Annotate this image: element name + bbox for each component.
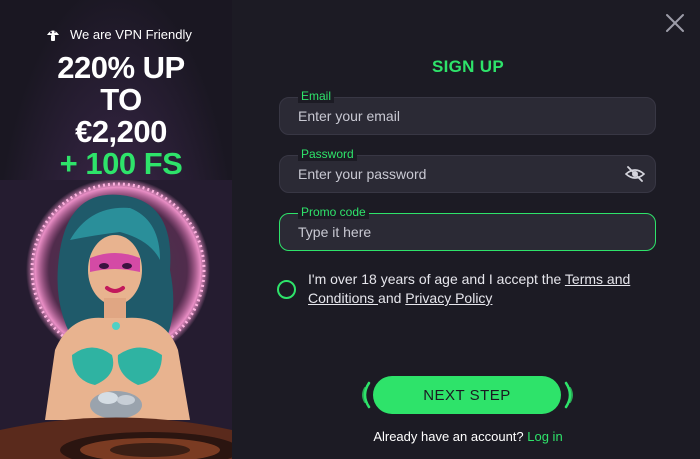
next-step-button[interactable]: NEXT STEP <box>373 376 561 414</box>
form-title: SIGN UP <box>431 57 504 76</box>
terms-middle: and <box>378 290 406 306</box>
email-field: Email <box>279 89 656 135</box>
vpn-badge: We are VPN Friendly <box>46 27 192 42</box>
promo-panel: We are VPN Friendly 220% UP TO €2,200 + … <box>0 0 232 459</box>
vpn-text: We are VPN Friendly <box>70 27 192 42</box>
age-terms-checkbox[interactable] <box>277 280 296 299</box>
signup-modal: We are VPN Friendly 220% UP TO €2,200 + … <box>0 0 700 459</box>
headline-line-1: 220% UP <box>57 50 185 85</box>
eye-off-icon[interactable] <box>625 165 645 183</box>
email-input[interactable] <box>298 98 618 134</box>
promo-code-field: Promo code <box>279 205 656 251</box>
close-icon[interactable] <box>664 12 686 34</box>
promo-illustration <box>0 180 232 459</box>
headline-line-3: €2,200 <box>75 114 167 149</box>
promo-headline: 220% UP TO €2,200 + 100 FS <box>0 52 232 180</box>
terms-text: I'm over 18 years of age and I accept th… <box>308 270 657 308</box>
mushroom-icon <box>47 30 59 41</box>
password-field: Password <box>279 147 656 193</box>
headline-free-spins: + 100 FS <box>59 146 183 181</box>
login-prefix: Already have an account? <box>373 429 528 444</box>
login-link[interactable]: Log in <box>527 429 562 444</box>
terms-row: I'm over 18 years of age and I accept th… <box>277 270 657 308</box>
promo-code-input[interactable] <box>298 214 618 250</box>
terms-prefix: I'm over 18 years of age and I accept th… <box>308 271 565 287</box>
wave-right-icon <box>564 381 573 409</box>
wave-left-icon <box>362 381 371 409</box>
privacy-link[interactable]: Privacy Policy <box>405 290 492 306</box>
login-prompt: Already have an account? Log in <box>280 429 656 444</box>
headline-line-2: TO <box>100 82 142 117</box>
password-input[interactable] <box>298 156 618 192</box>
next-step-wrapper: NEXT STEP <box>360 376 575 414</box>
